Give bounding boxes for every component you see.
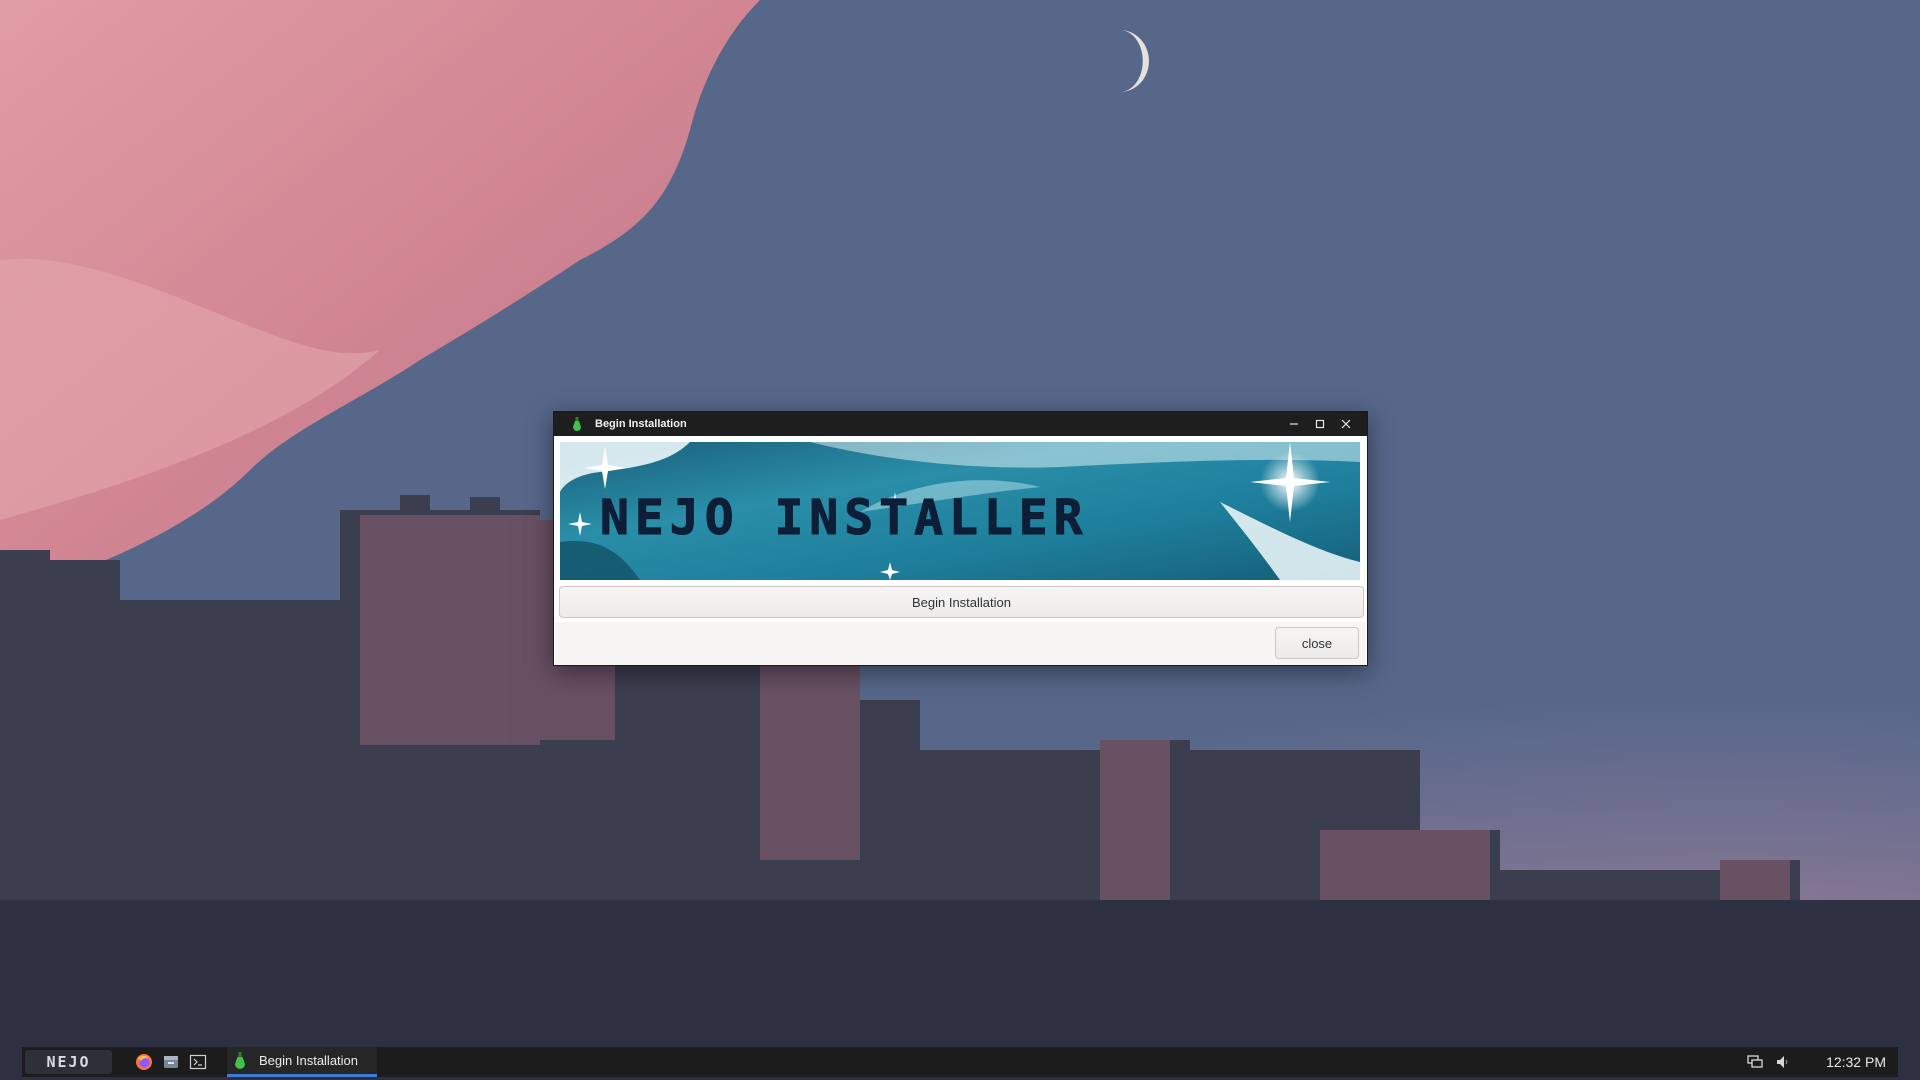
volume-icon[interactable] [1774, 1053, 1792, 1071]
close-icon[interactable] [1333, 412, 1359, 436]
network-icon[interactable] [1746, 1053, 1764, 1071]
firefox-icon[interactable] [134, 1052, 154, 1072]
taskbar-item-label: Begin Installation [259, 1053, 359, 1068]
maximize-icon[interactable] [1307, 412, 1333, 436]
terminal-icon[interactable] [188, 1052, 208, 1072]
system-tray: 12:32 PM [1746, 1053, 1886, 1071]
begin-installation-button[interactable]: Begin Installation [559, 586, 1364, 618]
potion-bottle-icon [569, 416, 585, 432]
clock[interactable]: 12:32 PM [1826, 1054, 1886, 1070]
file-manager-icon[interactable] [161, 1052, 181, 1072]
potion-bottle-icon [231, 1051, 249, 1070]
close-button[interactable]: close [1275, 627, 1359, 659]
taskbar: NEJO Begin Installation 12:32 PM [22, 1047, 1898, 1077]
dialog-action-area: close [555, 622, 1366, 665]
installer-window: Begin Installation NEJO INSTALLER Begin … [553, 411, 1368, 666]
taskbar-item-begin-installation[interactable]: Begin Installation [227, 1047, 377, 1077]
quick-launchers [134, 1052, 208, 1072]
installer-banner: NEJO INSTALLER [560, 442, 1360, 580]
start-menu-button[interactable]: NEJO [25, 1050, 112, 1074]
banner-title: NEJO INSTALLER [600, 490, 1089, 546]
window-titlebar[interactable]: Begin Installation [554, 412, 1367, 436]
window-title: Begin Installation [595, 418, 687, 430]
minimize-icon[interactable] [1281, 412, 1307, 436]
